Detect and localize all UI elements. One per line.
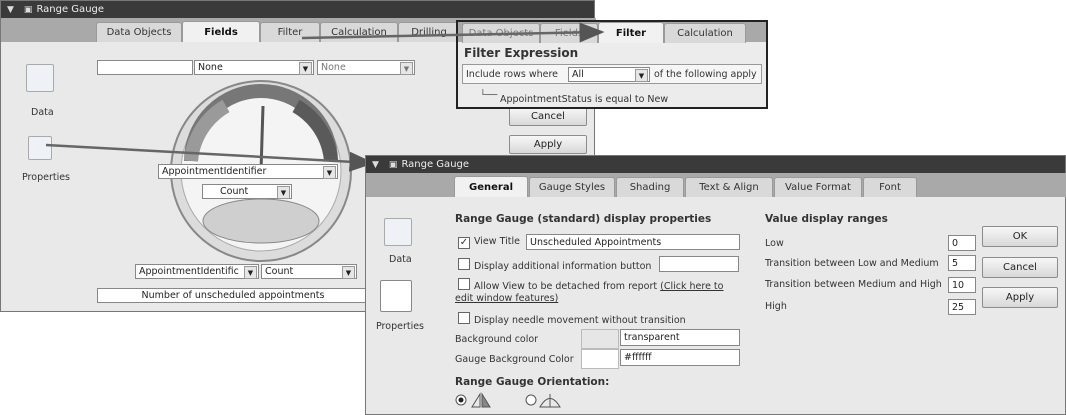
detach-label: Allow View to be detached from report bbox=[474, 281, 658, 292]
detach-link-2[interactable]: edit window features) bbox=[455, 293, 558, 304]
gauge-bg-swatch[interactable] bbox=[581, 349, 619, 369]
orientation-title: Range Gauge Orientation: bbox=[455, 376, 610, 388]
needle-label: Display needle movement without transiti… bbox=[474, 315, 686, 326]
window-icon: ▣ bbox=[388, 159, 398, 170]
window-range-gauge-front: ▼ ▣ Range Gauge General Gauge Styles Sha… bbox=[365, 155, 1066, 415]
orientation-option-2[interactable] bbox=[525, 394, 561, 408]
range-high-input[interactable]: 25 bbox=[948, 299, 976, 315]
additional-info-row: Display additional information button bbox=[458, 258, 651, 272]
section-title: Range Gauge (standard) display propertie… bbox=[455, 213, 712, 225]
bg-color-input[interactable]: transparent bbox=[620, 329, 740, 346]
window2-titlebar: ▼ ▣ Range Gauge bbox=[366, 156, 1065, 173]
ranges-title: Value display ranges bbox=[765, 213, 888, 225]
tab-font[interactable]: Font bbox=[863, 177, 917, 197]
range-high-label: High bbox=[765, 301, 787, 312]
window2-title: Range Gauge bbox=[401, 159, 470, 170]
bg-color-value: transparent bbox=[624, 332, 680, 343]
range-low-value: 0 bbox=[952, 237, 959, 249]
orientation-option-1[interactable] bbox=[455, 392, 491, 408]
tab-gauge-styles[interactable]: Gauge Styles bbox=[529, 177, 615, 197]
view-title-row: ✓ View Title bbox=[458, 236, 520, 249]
tab-text-align[interactable]: Text & Align bbox=[685, 177, 773, 197]
gauge-bg-label: Gauge Background Color bbox=[455, 354, 574, 365]
additional-info-input[interactable] bbox=[659, 256, 739, 272]
range-med-high-input[interactable]: 10 bbox=[948, 277, 976, 293]
menu-icon[interactable]: ▼ bbox=[372, 160, 379, 170]
bg-color-swatch[interactable] bbox=[581, 329, 619, 349]
bg-color-label: Background color bbox=[455, 334, 539, 345]
view-title-input[interactable]: Unscheduled Appointments bbox=[526, 234, 740, 250]
arrow-to-properties bbox=[45, 143, 375, 172]
apply-button[interactable]: Apply bbox=[982, 287, 1058, 308]
range-low-label: Low bbox=[765, 238, 784, 249]
range-low-med-input[interactable]: 5 bbox=[948, 255, 976, 271]
ok-button[interactable]: OK bbox=[982, 226, 1058, 247]
tab-general[interactable]: General bbox=[454, 176, 528, 197]
range-low-med-value: 5 bbox=[952, 257, 959, 269]
side-data-label: Data bbox=[389, 254, 412, 265]
arrow-to-filter bbox=[301, 22, 605, 43]
gauge-bg-value: #ffffff bbox=[624, 352, 652, 363]
gauge-bg-input[interactable]: #ffffff bbox=[620, 349, 740, 366]
view-title-checkbox[interactable]: ✓ bbox=[458, 237, 470, 249]
cancel-button[interactable]: Cancel bbox=[982, 257, 1058, 278]
orientation-options bbox=[455, 392, 561, 408]
tab-value-format[interactable]: Value Format bbox=[774, 177, 862, 197]
additional-info-checkbox[interactable] bbox=[458, 258, 470, 270]
additional-info-label: Display additional information button bbox=[474, 261, 652, 272]
needle-row: Display needle movement without transiti… bbox=[458, 312, 686, 326]
window2-tabs: General Gauge Styles Shading Text & Alig… bbox=[366, 176, 1066, 197]
range-high-value: 25 bbox=[952, 301, 965, 313]
tab-shading[interactable]: Shading bbox=[616, 177, 684, 197]
detach-checkbox[interactable] bbox=[458, 278, 470, 290]
needle-checkbox[interactable] bbox=[458, 312, 470, 324]
view-title-value: Unscheduled Appointments bbox=[530, 236, 662, 248]
properties-icon[interactable] bbox=[380, 280, 412, 312]
range-med-high-value: 10 bbox=[952, 279, 965, 291]
view-title-label: View Title bbox=[474, 236, 520, 247]
range-low-input[interactable]: 0 bbox=[948, 235, 976, 251]
detach-link[interactable]: (Click here to bbox=[660, 281, 723, 292]
range-low-med-label: Transition between Low and Medium bbox=[765, 258, 939, 269]
data-icon[interactable] bbox=[384, 218, 412, 246]
side-properties-label: Properties bbox=[376, 321, 425, 332]
range-med-high-label: Transition between Medium and High bbox=[765, 279, 942, 290]
detach-row: Allow View to be detached from report (C… bbox=[458, 278, 723, 292]
